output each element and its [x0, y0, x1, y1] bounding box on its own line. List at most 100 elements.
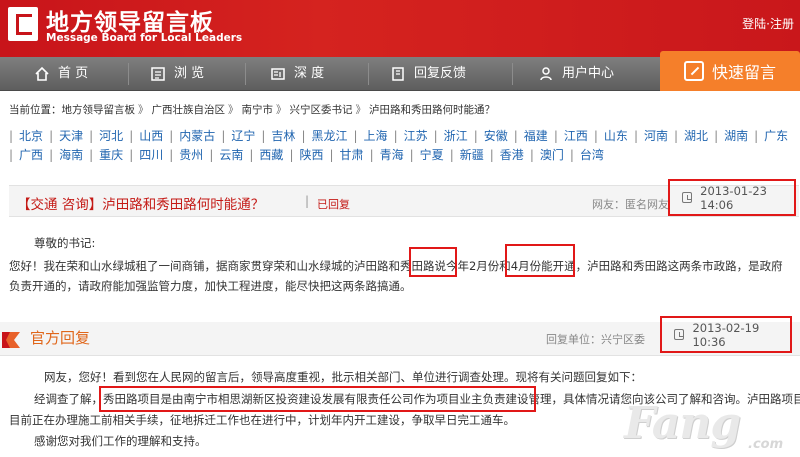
- breadcrumb-item[interactable]: 广西壮族自治区: [152, 104, 226, 116]
- breadcrumb-item[interactable]: 南宁市: [242, 104, 274, 116]
- region-link[interactable]: 安徽: [484, 129, 508, 143]
- region-link[interactable]: 海南: [59, 148, 83, 162]
- highlight-box: [505, 244, 575, 277]
- home-icon: [34, 66, 50, 82]
- region-divider: |: [353, 129, 358, 143]
- title-separator: |: [305, 194, 310, 208]
- region-divider: |: [569, 148, 574, 162]
- nav-item-home[interactable]: 首 页: [34, 57, 88, 91]
- region-divider: |: [221, 129, 226, 143]
- nav-label: 回复反馈: [414, 66, 467, 81]
- region-link[interactable]: 河南: [644, 129, 668, 143]
- register-link[interactable]: 注册: [770, 17, 794, 31]
- user-icon: [538, 66, 554, 82]
- region-link[interactable]: 黑龙江: [311, 129, 347, 143]
- breadcrumb-item[interactable]: 兴宁区委书记: [290, 104, 353, 116]
- region-link[interactable]: 云南: [219, 148, 243, 162]
- region-link[interactable]: 北京: [19, 129, 43, 143]
- reply-line-4: 感谢您对我们工作的理解和支持。: [34, 434, 207, 448]
- region-link[interactable]: 西藏: [259, 148, 283, 162]
- region-link[interactable]: 重庆: [99, 148, 123, 162]
- region-link[interactable]: 河北: [99, 129, 123, 143]
- region-link[interactable]: 澳门: [540, 148, 564, 162]
- message-title: 【交通 咨询】泸田路和秀田路何时能通？: [17, 197, 265, 213]
- region-link[interactable]: 香港: [500, 148, 524, 162]
- region-divider: |: [249, 148, 254, 162]
- breadcrumb-separator: 》: [228, 104, 239, 116]
- region-divider: |: [89, 129, 94, 143]
- message-body-line-2: 负责开通的，请政府能加强监管力度，加快工程进度，能尽快把这两条路搞通。: [9, 279, 412, 293]
- region-link[interactable]: 浙江: [444, 129, 468, 143]
- region-link[interactable]: 台湾: [580, 148, 604, 162]
- region-link[interactable]: 贵州: [179, 148, 203, 162]
- nav-label: 深 度: [294, 66, 325, 81]
- region-divider: |: [301, 129, 306, 143]
- nav-item-feedback[interactable]: 回复反馈: [390, 57, 466, 91]
- region-divider: |: [89, 148, 94, 162]
- region-link[interactable]: 上海: [364, 129, 388, 143]
- region-link[interactable]: 新疆: [460, 148, 484, 162]
- message-body-line-1: 您好！我在荣和山水绿城租了一间商铺，据商家贯穿荣和山水绿城的泸田路和秀田路说今年…: [9, 259, 783, 273]
- region-link[interactable]: 广东: [764, 129, 788, 143]
- message-greeting: 尊敬的书记:: [34, 236, 96, 250]
- region-link[interactable]: 吉林: [271, 129, 295, 143]
- nav-label: 用户中心: [562, 66, 615, 81]
- region-divider: |: [473, 129, 478, 143]
- region-link[interactable]: 江西: [564, 129, 588, 143]
- region-link[interactable]: 福建: [524, 129, 548, 143]
- nav-label: 首 页: [58, 66, 89, 81]
- nav-label: 浏 览: [174, 66, 205, 81]
- region-link[interactable]: 天津: [59, 129, 83, 143]
- nav-item-user-center[interactable]: 用户中心: [538, 57, 614, 91]
- highlight-box: [99, 386, 536, 412]
- region-link[interactable]: 山西: [139, 129, 163, 143]
- region-link[interactable]: 甘肃: [340, 148, 364, 162]
- reply-line-1: 网友，您好！看到您在人民网的留言后，领导高度重视，批示相关部门、单位进行调查处理…: [44, 370, 642, 384]
- region-link[interactable]: 内蒙古: [179, 129, 215, 143]
- region-link[interactable]: 湖北: [684, 129, 708, 143]
- quick-message-label: 快速留言: [711, 63, 776, 82]
- message-author: 网友：匿名网友: [592, 198, 669, 211]
- region-divider: |: [553, 129, 558, 143]
- region-divider: |: [674, 129, 679, 143]
- nav-divider: [512, 63, 513, 85]
- region-divider: |: [513, 129, 518, 143]
- region-divider: |: [433, 129, 438, 143]
- region-link[interactable]: 四川: [139, 148, 163, 162]
- document-icon: [270, 66, 286, 82]
- region-divider: |: [9, 129, 14, 143]
- breadcrumb: 当前位置：地方领导留言板》广西壮族自治区》南宁市》兴宁区委书记》泸田路和秀田路何…: [9, 102, 495, 117]
- nav-item-browse[interactable]: 浏 览: [150, 57, 204, 91]
- reply-flag-icon: [2, 332, 20, 348]
- nav-divider: [368, 63, 369, 85]
- breadcrumb-current: 泸田路和秀田路何时能通？: [369, 104, 495, 116]
- header-decoration: [330, 0, 690, 57]
- message-date-highlight: 2013-01-23 14:06: [668, 179, 796, 216]
- region-links-row-2: | 广西 | 海南 | 重庆 | 四川 | 贵州 | 云南 | 西藏 | 陕西 | 甘肃 | 青海 | 宁夏 | 新疆 | 香港 |…: [9, 146, 799, 163]
- region-link[interactable]: 宁夏: [420, 148, 444, 162]
- region-link[interactable]: 广西: [19, 148, 43, 162]
- logo-subtitle: Message Board for Local Leaders: [46, 32, 243, 44]
- nav-divider: [245, 63, 246, 85]
- breadcrumb-item[interactable]: 地方领导留言板: [62, 104, 136, 116]
- region-divider: |: [329, 148, 334, 162]
- region-link[interactable]: 山东: [604, 129, 628, 143]
- nav-item-depth[interactable]: 深 度: [270, 57, 324, 91]
- region-divider: |: [489, 148, 494, 162]
- region-link[interactable]: 青海: [380, 148, 404, 162]
- clock-icon: [682, 192, 693, 203]
- logo-icon[interactable]: [8, 7, 38, 41]
- region-divider: |: [754, 129, 759, 143]
- region-divider: |: [529, 148, 534, 162]
- region-link[interactable]: 陕西: [299, 148, 323, 162]
- reply-heading: 官方回复: [30, 329, 91, 347]
- quick-message-button[interactable]: 快速留言: [660, 51, 800, 91]
- status-badge: 已回复: [317, 198, 350, 211]
- nav-divider: [128, 63, 129, 85]
- region-link[interactable]: 江苏: [404, 129, 428, 143]
- region-divider: |: [409, 148, 414, 162]
- breadcrumb-prefix: 当前位置：: [9, 104, 62, 116]
- region-link[interactable]: 辽宁: [231, 129, 255, 143]
- login-link[interactable]: 登陆: [742, 17, 766, 31]
- region-link[interactable]: 湖南: [724, 129, 748, 143]
